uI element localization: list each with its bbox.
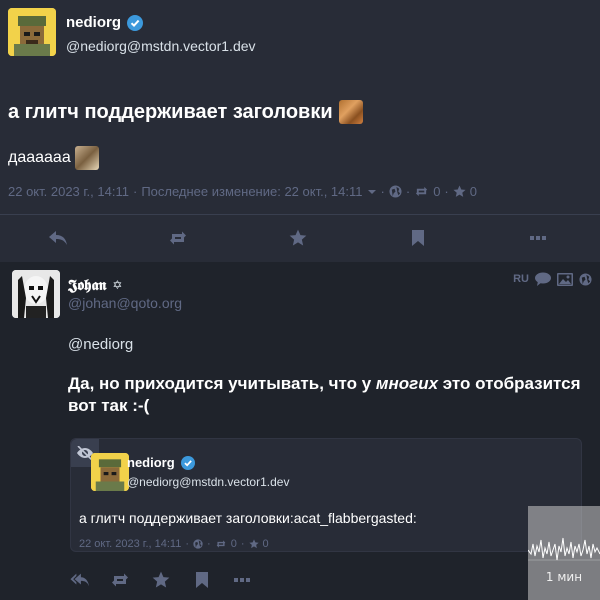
- meta-separator: ·: [380, 184, 385, 199]
- meta-separator: ·: [185, 538, 190, 550]
- meta-separator: ·: [405, 184, 411, 199]
- reply-button[interactable]: [46, 226, 70, 250]
- activity-graph: [527, 537, 600, 561]
- comment-icon: [535, 272, 551, 286]
- verified-icon: [180, 455, 195, 470]
- meta-separator: ·: [132, 184, 138, 199]
- quoted-timestamp[interactable]: 22 окт. 2023 г., 14:11: [79, 538, 181, 550]
- globe-icon: [579, 272, 592, 286]
- mention-link[interactable]: @nediorg: [68, 336, 133, 353]
- post-body: дааааaa: [8, 146, 99, 170]
- star-icon: [289, 229, 307, 246]
- post-meta: 22 окт. 2023 г., 14:11 · Последнее измен…: [8, 184, 477, 199]
- reply-icon: [49, 231, 67, 245]
- post-title: а глитч поддерживает заголовки: [8, 100, 363, 124]
- boost-icon: [216, 540, 225, 548]
- boost-icon: [170, 231, 186, 245]
- fav-count: 0: [262, 538, 269, 550]
- star-icon: [152, 571, 170, 588]
- more-button[interactable]: [230, 568, 254, 592]
- edited-label[interactable]: Последнее изменение: 22 окт., 14:11: [141, 184, 362, 199]
- account-handle[interactable]: @johan@qoto.org: [68, 295, 182, 311]
- graph-label: 1 мин: [545, 570, 583, 584]
- display-name-text[interactable]: nediorg: [127, 455, 175, 470]
- globe-icon: [389, 185, 402, 198]
- quoted-text: а глитч поддерживает заголовки:acat_flab…: [79, 510, 417, 526]
- bookmark-icon: [412, 230, 424, 246]
- action-bar: [0, 226, 600, 250]
- favourite-button[interactable]: [286, 226, 310, 250]
- star-icon: [248, 539, 259, 549]
- boost-count: 0: [230, 538, 237, 550]
- meta-separator: ·: [240, 538, 245, 550]
- ellipsis-icon: [234, 578, 250, 582]
- boost-button[interactable]: [108, 568, 132, 592]
- globe-icon: [193, 539, 203, 549]
- avatar[interactable]: [12, 270, 60, 318]
- account-handle[interactable]: @nediorg@mstdn.vector1.dev: [66, 38, 256, 54]
- bookmark-icon: [196, 572, 208, 588]
- language-badge: RU: [513, 273, 529, 285]
- account-handle[interactable]: @nediorg@mstdn.vector1.dev: [127, 475, 289, 489]
- boost-count: 0: [433, 184, 441, 199]
- post-timestamp[interactable]: 22 окт. 2023 г., 14:11: [8, 184, 129, 199]
- display-name[interactable]: nediorg: [66, 14, 143, 31]
- avatar[interactable]: [8, 8, 56, 56]
- ellipsis-icon: [530, 236, 546, 240]
- boost-button[interactable]: [166, 226, 190, 250]
- display-name-text[interactable]: nediorg: [66, 14, 121, 31]
- reply-meta-icons: RU: [513, 272, 592, 286]
- display-name-text[interactable]: 𝕵𝖔𝖍𝖆𝖓: [68, 276, 106, 294]
- bookmark-button[interactable]: [406, 226, 430, 250]
- favourite-button[interactable]: [149, 568, 173, 592]
- boost-icon: [416, 186, 428, 197]
- caret-down-icon[interactable]: [367, 187, 377, 197]
- reply-content: Да, но приходится учитывать, что у многи…: [68, 373, 588, 417]
- quoted-post[interactable]: nediorg @nediorg@mstdn.vector1.dev а гли…: [70, 438, 582, 552]
- fav-count: 0: [469, 184, 477, 199]
- post-title-text: а глитч поддерживает заголовки: [8, 100, 333, 123]
- custom-emoji-icon: [74, 146, 99, 170]
- reply-post: 𝕵𝖔𝖍𝖆𝖓 ✡ @johan@qoto.org RU @nediorg Да, …: [0, 262, 600, 600]
- reply-action-bar: [68, 568, 328, 588]
- quoted-meta: 22 окт. 2023 г., 14:11 · · 0 · 0: [79, 538, 269, 550]
- display-name[interactable]: 𝕵𝖔𝖍𝖆𝖓 ✡: [68, 276, 122, 294]
- cat-emoji-icon: [338, 100, 363, 124]
- meta-separator: ·: [207, 538, 211, 550]
- name-suffix: ✡: [112, 278, 123, 292]
- more-button[interactable]: [526, 226, 550, 250]
- star-icon: [453, 185, 466, 197]
- post-body-text: дааааaa: [8, 149, 71, 166]
- verified-icon: [127, 14, 143, 31]
- main-post: nediorg @nediorg@mstdn.vector1.dev а гли…: [0, 0, 600, 262]
- divider: [0, 214, 600, 215]
- reply-text-part: Да, но приходится учитывать, что у: [68, 374, 376, 393]
- meta-separator: ·: [444, 184, 449, 199]
- reply-text-emphasis: многих: [375, 374, 439, 393]
- avatar[interactable]: [91, 453, 129, 491]
- reply-all-icon: [70, 573, 90, 587]
- boost-icon: [112, 573, 128, 587]
- activity-graph-overlay: 1 мин: [527, 506, 600, 600]
- reply-all-button[interactable]: [68, 568, 92, 592]
- bookmark-button[interactable]: [190, 568, 214, 592]
- display-name[interactable]: nediorg: [127, 455, 195, 470]
- image-icon: [557, 272, 573, 286]
